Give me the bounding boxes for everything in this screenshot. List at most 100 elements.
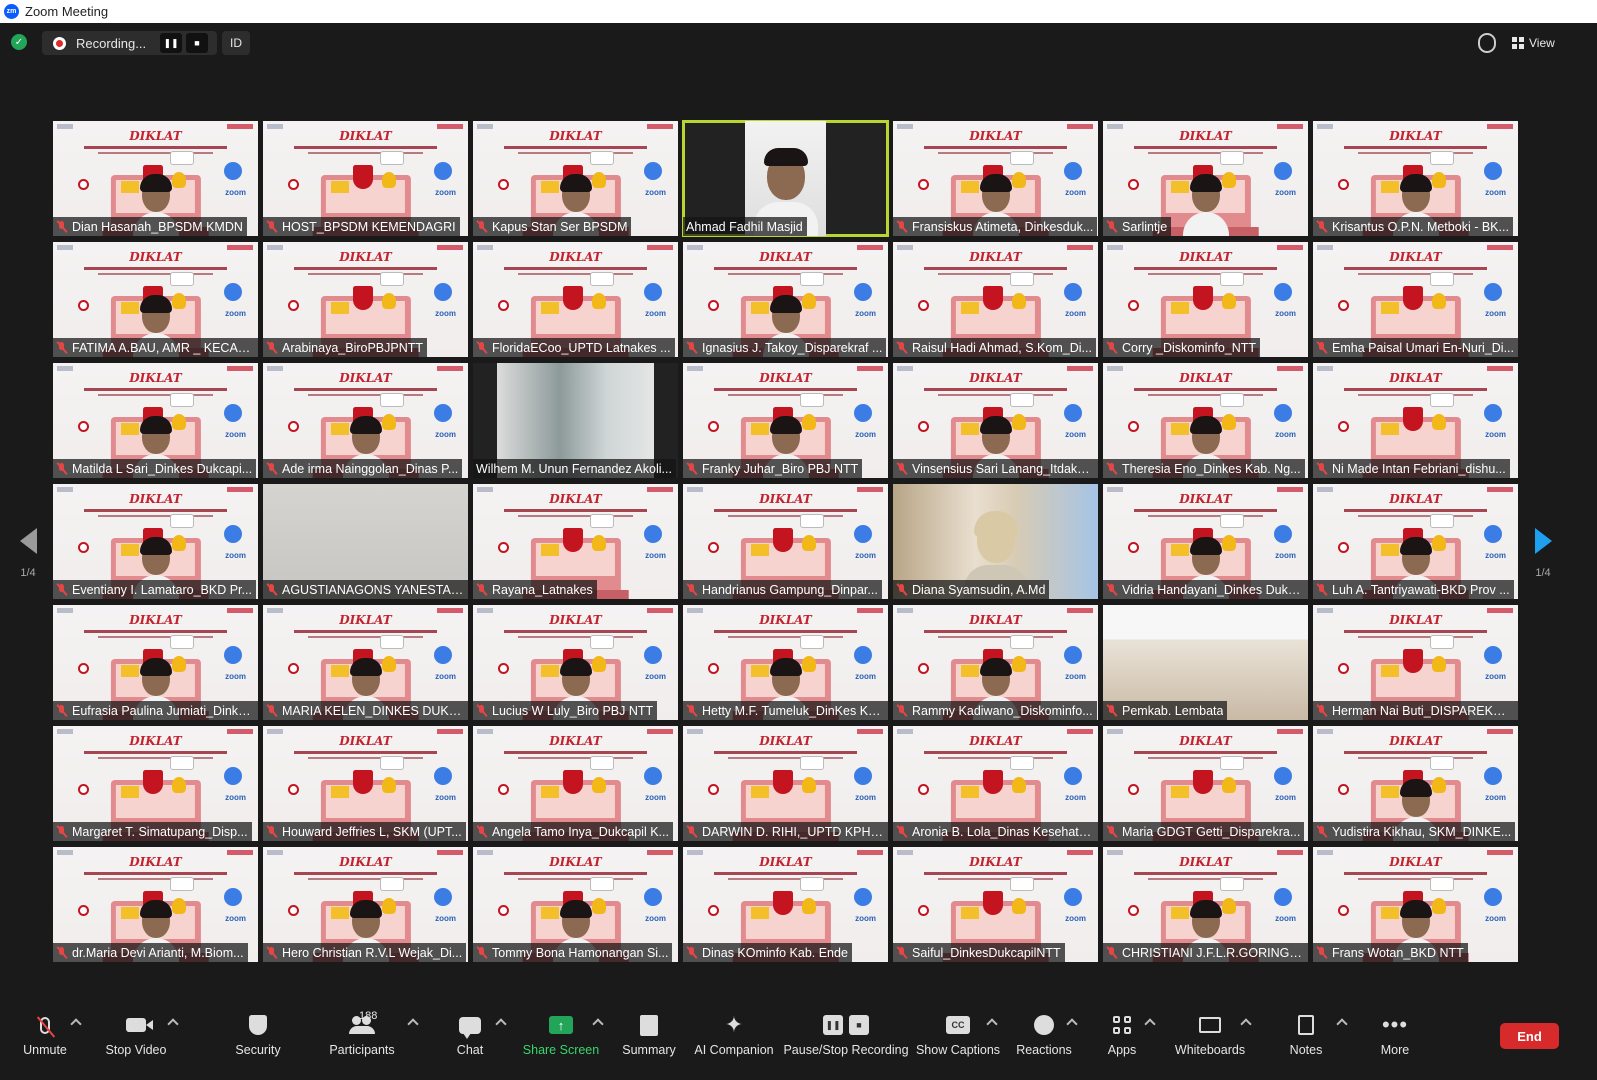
- participants-button[interactable]: 188 Participants: [329, 1010, 395, 1062]
- participant-tile[interactable]: DIKLAT zoom Handrianus Gampung_Dinpar...: [683, 484, 888, 599]
- participant-tile[interactable]: DIKLAT zoom Aronia B. Lola_Dinas Kesehata.…: [893, 726, 1098, 841]
- participant-tile[interactable]: Ahmad Fadhil Masjid: [682, 120, 889, 237]
- participant-tile[interactable]: DIKLAT zoom Dinas KOminfo Kab. Ende: [683, 847, 888, 962]
- participant-tile[interactable]: DIKLAT zoom FATIMA A.BAU, AMR _ KECAM...: [53, 242, 258, 357]
- participant-tile[interactable]: DIKLAT zoom Eventiany I. Lamataro_BKD Pr..…: [53, 484, 258, 599]
- window-title: Zoom Meeting: [25, 4, 109, 19]
- video-options-caret-icon[interactable]: [167, 1018, 179, 1030]
- chat-button[interactable]: Chat: [455, 1012, 485, 1062]
- participant-tile[interactable]: DIKLAT zoom Ade irma Nainggolan_Dinas P...: [263, 363, 468, 478]
- more-label: More: [1380, 1043, 1410, 1057]
- participants-options-caret-icon[interactable]: [407, 1018, 419, 1030]
- participant-tile[interactable]: DIKLAT zoom Angela Tamo Inya_Dukcapil K...: [473, 726, 678, 841]
- participant-tile[interactable]: DIKLAT zoom Luh A. Tantriyawati-BKD Prov .…: [1313, 484, 1518, 599]
- meeting-id-button[interactable]: ID: [222, 31, 250, 55]
- notes-options-caret-icon[interactable]: [1336, 1018, 1348, 1030]
- summary-button[interactable]: Summary: [622, 1012, 676, 1062]
- notes-button[interactable]: Notes: [1288, 1012, 1324, 1062]
- mic-muted-icon: [476, 825, 488, 838]
- pause-stop-recording-button[interactable]: ❚❚ ■ Pause/Stop Recording: [783, 1012, 909, 1062]
- participant-tile[interactable]: DIKLAT zoom Eufrasia Paulina Jumiati_Dinke…: [53, 605, 258, 720]
- mic-muted-icon: [56, 583, 68, 596]
- participant-tile[interactable]: DIKLAT zoom Franky Juhar_Biro PBJ NTT: [683, 363, 888, 478]
- participant-tile[interactable]: DIKLAT zoom Arabinaya_BiroPBJPNTT: [263, 242, 468, 357]
- participant-tile[interactable]: DIKLAT zoom Houward Jeffries L, SKM (UPT..…: [263, 726, 468, 841]
- stop-video-button[interactable]: Stop Video: [106, 1012, 166, 1062]
- participant-tile[interactable]: DIKLAT zoom Dian Hasanah_BPSDM KMDN: [53, 121, 258, 236]
- participant-tile[interactable]: DIKLAT zoom Vinsensius Sari Lanang_Itdaka.…: [893, 363, 1098, 478]
- grid-view-icon: [1512, 37, 1524, 49]
- participant-tile[interactable]: DIKLAT zoom FloridaECoo_UPTD Latnakes ...: [473, 242, 678, 357]
- share-screen-button[interactable]: ↑ Share Screen: [523, 1012, 599, 1062]
- participant-tile[interactable]: Wilhem M. Unun Fernandez Akoli...: [473, 363, 678, 478]
- participant-tile[interactable]: DIKLAT zoom Maria GDGT Getti_Disparekra...: [1103, 726, 1308, 841]
- reaction-emoji-icon: [1034, 1015, 1054, 1035]
- avatar-icon[interactable]: [1478, 33, 1496, 53]
- mic-muted-icon: [686, 341, 698, 354]
- participant-tile[interactable]: DIKLAT zoom DARWIN D. RIHI,_UPTD KPH ...: [683, 726, 888, 841]
- mic-muted-icon: [1316, 946, 1328, 959]
- participant-tile[interactable]: DIKLAT zoom MARIA KELEN_DINKES DUKC...: [263, 605, 468, 720]
- chat-options-caret-icon[interactable]: [495, 1018, 507, 1030]
- page-indicator-right: 1/4: [1535, 567, 1551, 579]
- participant-tile[interactable]: AGUSTIANAGONS YANESTA, ...: [263, 484, 468, 599]
- participant-tile[interactable]: DIKLAT zoom Sarlintje: [1103, 121, 1308, 236]
- unmute-button[interactable]: Unmute: [23, 1012, 67, 1062]
- participant-tile[interactable]: DIKLAT zoom Vidria Handayani_Dinkes Dukc..…: [1103, 484, 1308, 599]
- participant-tile[interactable]: Pemkab. Lembata: [1103, 605, 1308, 720]
- participant-tile[interactable]: Diana Syamsudin, A.Md: [893, 484, 1098, 599]
- stop-recording-button[interactable]: ■: [186, 33, 208, 53]
- view-label: View: [1529, 36, 1555, 50]
- participant-tile[interactable]: DIKLAT zoom Ignasius J. Takoy_Disparekraf …: [683, 242, 888, 357]
- participant-tile[interactable]: DIKLAT zoom Raisul Hadi Ahmad, S.Kom_Di...: [893, 242, 1098, 357]
- reactions-button[interactable]: Reactions: [1016, 1012, 1072, 1062]
- participant-tile[interactable]: DIKLAT zoom Emha Paisal Umari En-Nuri_Di..…: [1313, 242, 1518, 357]
- participant-tile[interactable]: DIKLAT zoom Margaret T. Simatupang_Disp...: [53, 726, 258, 841]
- security-button[interactable]: Security: [234, 1012, 282, 1062]
- participant-tile[interactable]: DIKLAT zoom Lucius W Luly_Biro PBJ NTT: [473, 605, 678, 720]
- more-button[interactable]: ••• More: [1378, 1012, 1412, 1062]
- stop-video-label: Stop Video: [105, 1043, 167, 1057]
- pause-recording-button[interactable]: ❚❚: [160, 33, 182, 53]
- participant-name: Margaret T. Simatupang_Disp...: [72, 824, 248, 839]
- next-page-button[interactable]: 1/4: [1527, 528, 1559, 579]
- participant-tile[interactable]: DIKLAT zoom HOST_BPSDM KEMENDAGRI: [263, 121, 468, 236]
- participant-tile[interactable]: DIKLAT zoom Ni Made Intan Febriani_dishu..…: [1313, 363, 1518, 478]
- view-button[interactable]: View: [1512, 31, 1555, 55]
- mic-muted-icon: [1316, 220, 1328, 233]
- participant-tile[interactable]: DIKLAT zoom dr.Maria Devi Arianti, M.Biom.…: [53, 847, 258, 962]
- participant-tile[interactable]: DIKLAT zoom Hetty M.F. Tumeluk_DinKes Ka..…: [683, 605, 888, 720]
- whiteboards-button[interactable]: Whiteboards: [1175, 1012, 1245, 1062]
- previous-page-button[interactable]: 1/4: [12, 528, 44, 579]
- participant-tile[interactable]: DIKLAT zoom Herman Nai Buti_DISPAREKRA...: [1313, 605, 1518, 720]
- participant-tile[interactable]: DIKLAT zoom Kapus Stan Ser BPSDM: [473, 121, 678, 236]
- participant-tile[interactable]: DIKLAT zoom Rayana_Latnakes: [473, 484, 678, 599]
- participant-tile[interactable]: DIKLAT zoom Matilda L Sari_Dinkes Dukcapi.…: [53, 363, 258, 478]
- participant-tile[interactable]: DIKLAT zoom Tommy Bona Hamonangan Si...: [473, 847, 678, 962]
- participant-tile[interactable]: DIKLAT zoom Fransiskus Atimeta, Dinkesduk.…: [893, 121, 1098, 236]
- participant-tile[interactable]: DIKLAT zoom Frans Wotan_BKD NTT: [1313, 847, 1518, 962]
- participant-name-bar: DARWIN D. RIHI,_UPTD KPH ...: [683, 822, 888, 841]
- participant-tile[interactable]: DIKLAT zoom Corry _Diskominfo_NTT: [1103, 242, 1308, 357]
- participant-name: Fransiskus Atimeta, Dinkesduk...: [912, 219, 1094, 234]
- end-meeting-button[interactable]: End: [1500, 1023, 1559, 1049]
- participant-person: [1182, 170, 1229, 236]
- participant-name: MARIA KELEN_DINKES DUKC...: [282, 703, 464, 718]
- arrow-right-icon: [1534, 528, 1552, 554]
- participant-name: Aronia B. Lola_Dinas Kesehata...: [912, 824, 1094, 839]
- participant-tile[interactable]: DIKLAT zoom Yudistira Kikhau, SKM_DINKE...: [1313, 726, 1518, 841]
- ai-companion-button[interactable]: ✦ AI Companion: [694, 1012, 773, 1062]
- encryption-shield-icon[interactable]: ✓: [11, 34, 27, 50]
- participant-tile[interactable]: DIKLAT zoom CHRISTIANI J.F.L.R.GORING, S..…: [1103, 847, 1308, 962]
- participant-tile[interactable]: DIKLAT zoom Krisantus O.P.N. Metboki - BK.…: [1313, 121, 1518, 236]
- recording-indicator[interactable]: Recording... ❚❚ ■: [42, 31, 217, 55]
- apps-button[interactable]: Apps: [1106, 1012, 1138, 1062]
- apps-options-caret-icon[interactable]: [1144, 1018, 1156, 1030]
- participant-tile[interactable]: DIKLAT zoom Saiful_DinkesDukcapilNTT: [893, 847, 1098, 962]
- participant-tile[interactable]: DIKLAT zoom Rammy Kadiwano_Diskominfo...: [893, 605, 1098, 720]
- mic-muted-icon: [896, 462, 908, 475]
- participant-tile[interactable]: DIKLAT zoom Theresia Eno_Dinkes Kab. Ng...: [1103, 363, 1308, 478]
- show-captions-button[interactable]: CC Show Captions: [916, 1012, 1000, 1062]
- audio-options-caret-icon[interactable]: [70, 1018, 82, 1030]
- participant-tile[interactable]: DIKLAT zoom Hero Christian R.V.L Wejak_Di.…: [263, 847, 468, 962]
